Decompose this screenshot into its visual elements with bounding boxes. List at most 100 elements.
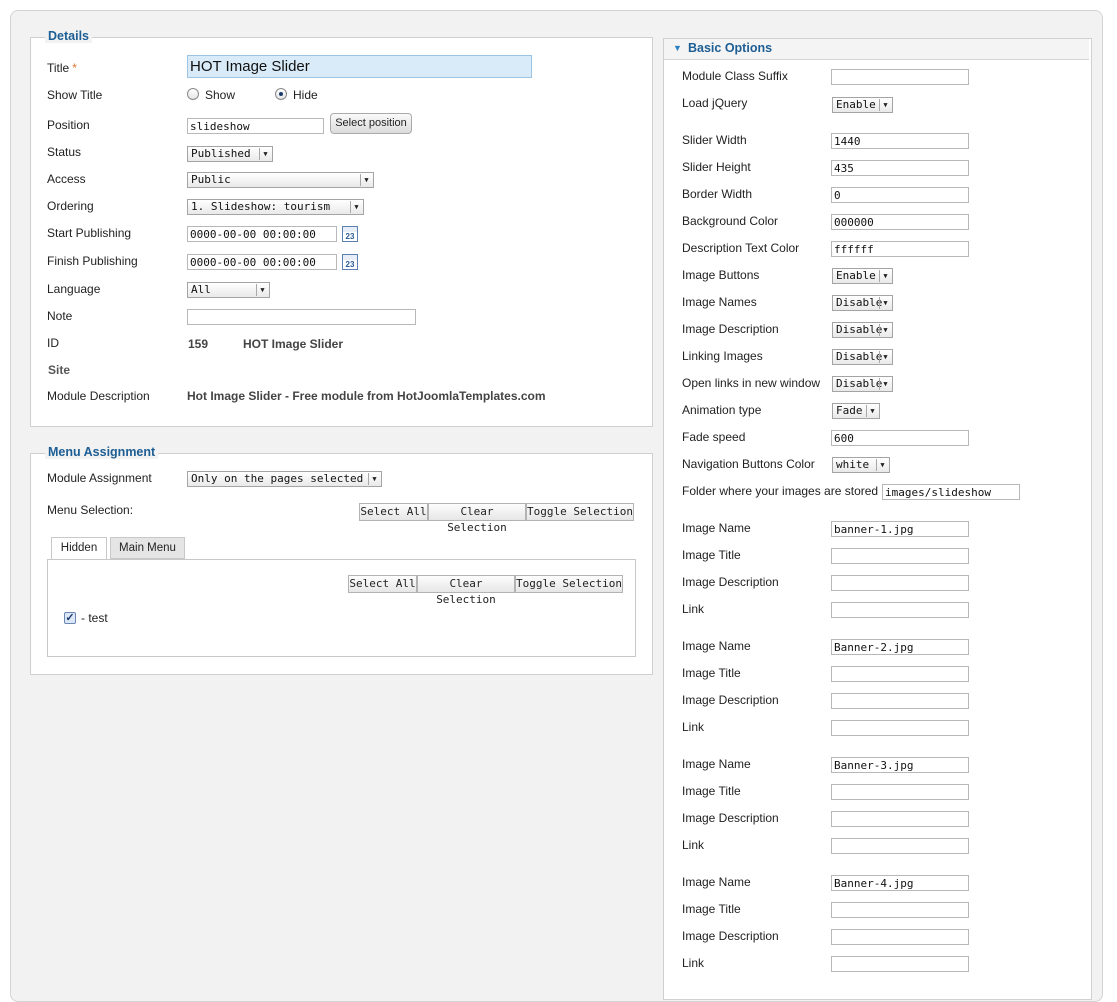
image-1-link-input[interactable] <box>831 602 969 618</box>
status-select[interactable]: Published ▼ <box>187 146 273 162</box>
module-class-suffix-input[interactable] <box>831 69 969 85</box>
image-2-title-input[interactable] <box>831 666 969 682</box>
status-label: Status <box>47 145 82 159</box>
tab-toggle-selection-button[interactable]: Toggle Selection <box>515 575 623 593</box>
image-4-link-input[interactable] <box>831 956 969 972</box>
image-1-name-input[interactable] <box>831 521 969 537</box>
image-names-select[interactable]: Disable ▼ <box>832 295 893 311</box>
required-marker: * <box>72 61 77 75</box>
image-description-select[interactable]: Disable ▼ <box>832 322 893 338</box>
description-text-color-label: Description Text Color <box>682 241 800 255</box>
image-3-title-input[interactable] <box>831 784 969 800</box>
finish-publishing-label: Finish Publishing <box>47 254 138 268</box>
calendar-icon[interactable]: 23 <box>342 226 358 242</box>
linking-images-select[interactable]: Disable ▼ <box>832 349 893 365</box>
navigation-buttons-color-label: Navigation Buttons Color <box>682 457 815 471</box>
chevron-down-icon: ▼ <box>350 201 362 213</box>
tab-hidden[interactable]: Hidden <box>51 537 107 560</box>
access-label: Access <box>47 172 86 186</box>
access-select[interactable]: Public ▼ <box>187 172 374 188</box>
image-2-name-input[interactable] <box>831 639 969 655</box>
description-text-color-input[interactable] <box>831 241 969 257</box>
show-title-hide-label: Hide <box>293 88 318 102</box>
image-4-description-label: Image Description <box>682 929 779 943</box>
image-3-title-label: Image Title <box>682 784 741 798</box>
menu-selection-label: Menu Selection: <box>47 503 134 517</box>
note-input[interactable] <box>187 309 416 325</box>
slider-height-label: Slider Height <box>682 160 751 174</box>
select-position-button[interactable]: Select position <box>330 113 412 134</box>
ordering-label: Ordering <box>47 199 94 213</box>
tab-main-menu[interactable]: Main Menu <box>110 537 185 559</box>
calendar-icon[interactable]: 23 <box>342 254 358 270</box>
tab-clear-selection-button[interactable]: Clear Selection <box>417 575 515 606</box>
navigation-buttons-color-select[interactable]: white ▼ <box>832 457 890 473</box>
show-title-label: Show Title <box>47 88 103 102</box>
select-all-button[interactable]: Select All <box>359 503 428 521</box>
image-buttons-label: Image Buttons <box>682 268 760 282</box>
details-legend: Details <box>45 29 92 43</box>
linking-images-label: Linking Images <box>682 349 763 363</box>
module-description-value: Hot Image Slider - Free module from HotJ… <box>187 389 546 403</box>
slider-height-input[interactable] <box>831 160 969 176</box>
chevron-down-icon: ▼ <box>368 473 380 485</box>
menu-item-checkbox[interactable]: ✓ <box>64 612 76 624</box>
animation-type-select[interactable]: Fade ▼ <box>832 403 880 419</box>
title-input[interactable] <box>187 55 532 78</box>
module-assignment-select[interactable]: Only on the pages selected ▼ <box>187 471 382 487</box>
image-4-description-input[interactable] <box>831 929 969 945</box>
menu-assignment-legend: Menu Assignment <box>45 445 159 459</box>
open-links-select[interactable]: Disable ▼ <box>832 376 893 392</box>
image-4-name-input[interactable] <box>831 875 969 891</box>
basic-options-title: Basic Options <box>688 41 773 55</box>
image-3-description-input[interactable] <box>831 811 969 827</box>
clear-selection-button[interactable]: Clear Selection <box>428 503 526 534</box>
chevron-down-icon: ▼ <box>879 378 891 390</box>
show-title-show-radio[interactable] <box>187 88 199 100</box>
image-buttons-select[interactable]: Enable ▼ <box>832 268 893 284</box>
image-2-description-label: Image Description <box>682 693 779 707</box>
tab-select-all-button[interactable]: Select All <box>348 575 417 593</box>
load-jquery-select[interactable]: Enable ▼ <box>832 97 893 113</box>
slider-width-input[interactable] <box>831 133 969 149</box>
animation-type-label: Animation type <box>682 403 762 417</box>
chevron-down-icon: ▼ <box>866 405 878 417</box>
position-input[interactable] <box>187 118 324 134</box>
image-1-title-input[interactable] <box>831 548 969 564</box>
folder-input[interactable] <box>882 484 1020 500</box>
fade-speed-label: Fade speed <box>682 430 746 444</box>
show-title-hide-radio[interactable] <box>275 88 287 100</box>
image-3-name-input[interactable] <box>831 757 969 773</box>
image-4-title-input[interactable] <box>831 902 969 918</box>
image-2-link-input[interactable] <box>831 720 969 736</box>
background-color-input[interactable] <box>831 214 969 230</box>
basic-options-header[interactable]: ▼ Basic Options <box>664 39 1089 60</box>
ordering-select[interactable]: 1. Slideshow: tourism ▼ <box>187 199 364 215</box>
folder-label: Folder where your images are stored <box>682 484 879 498</box>
fade-speed-input[interactable] <box>831 430 969 446</box>
image-3-name-label: Image Name <box>682 757 751 771</box>
image-1-description-label: Image Description <box>682 575 779 589</box>
title-label: Title * <box>47 61 77 75</box>
image-4-name-label: Image Name <box>682 875 751 889</box>
chevron-down-icon: ▼ <box>256 284 268 296</box>
toggle-selection-button[interactable]: Toggle Selection <box>526 503 634 521</box>
image-3-description-label: Image Description <box>682 811 779 825</box>
chevron-down-icon: ▼ <box>879 270 891 282</box>
id-value: 159 <box>188 337 209 351</box>
module-assignment-label: Module Assignment <box>47 471 152 485</box>
slider-width-label: Slider Width <box>682 133 747 147</box>
border-width-input[interactable] <box>831 187 969 203</box>
image-1-link-label: Link <box>682 602 705 616</box>
module-description-label: Module Description <box>47 389 150 403</box>
image-1-name-label: Image Name <box>682 521 751 535</box>
image-1-description-input[interactable] <box>831 575 969 591</box>
finish-publishing-input[interactable] <box>187 254 337 270</box>
note-label: Note <box>47 309 73 323</box>
language-select[interactable]: All ▼ <box>187 282 270 298</box>
image-2-description-input[interactable] <box>831 693 969 709</box>
chevron-down-icon: ▼ <box>879 351 891 363</box>
start-publishing-input[interactable] <box>187 226 337 242</box>
id-label: ID <box>47 336 59 350</box>
image-3-link-input[interactable] <box>831 838 969 854</box>
